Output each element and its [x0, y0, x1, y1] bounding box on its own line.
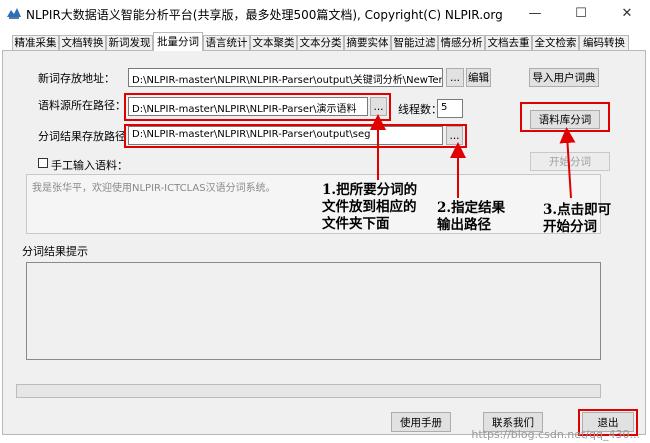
annotation-step1: 1.把所要分词的 文件放到相应的 文件夹下面: [322, 182, 418, 232]
tab-batch-segment[interactable]: 批量分词: [153, 32, 203, 51]
arrow-3: [559, 127, 576, 199]
annotation-step2: 2.指定结果 输出路径: [437, 200, 506, 233]
watermark: https://blog.csdn.net/qq_430...: [471, 428, 640, 441]
annotation-step3: 3.点击即可 开始分词: [543, 202, 612, 235]
